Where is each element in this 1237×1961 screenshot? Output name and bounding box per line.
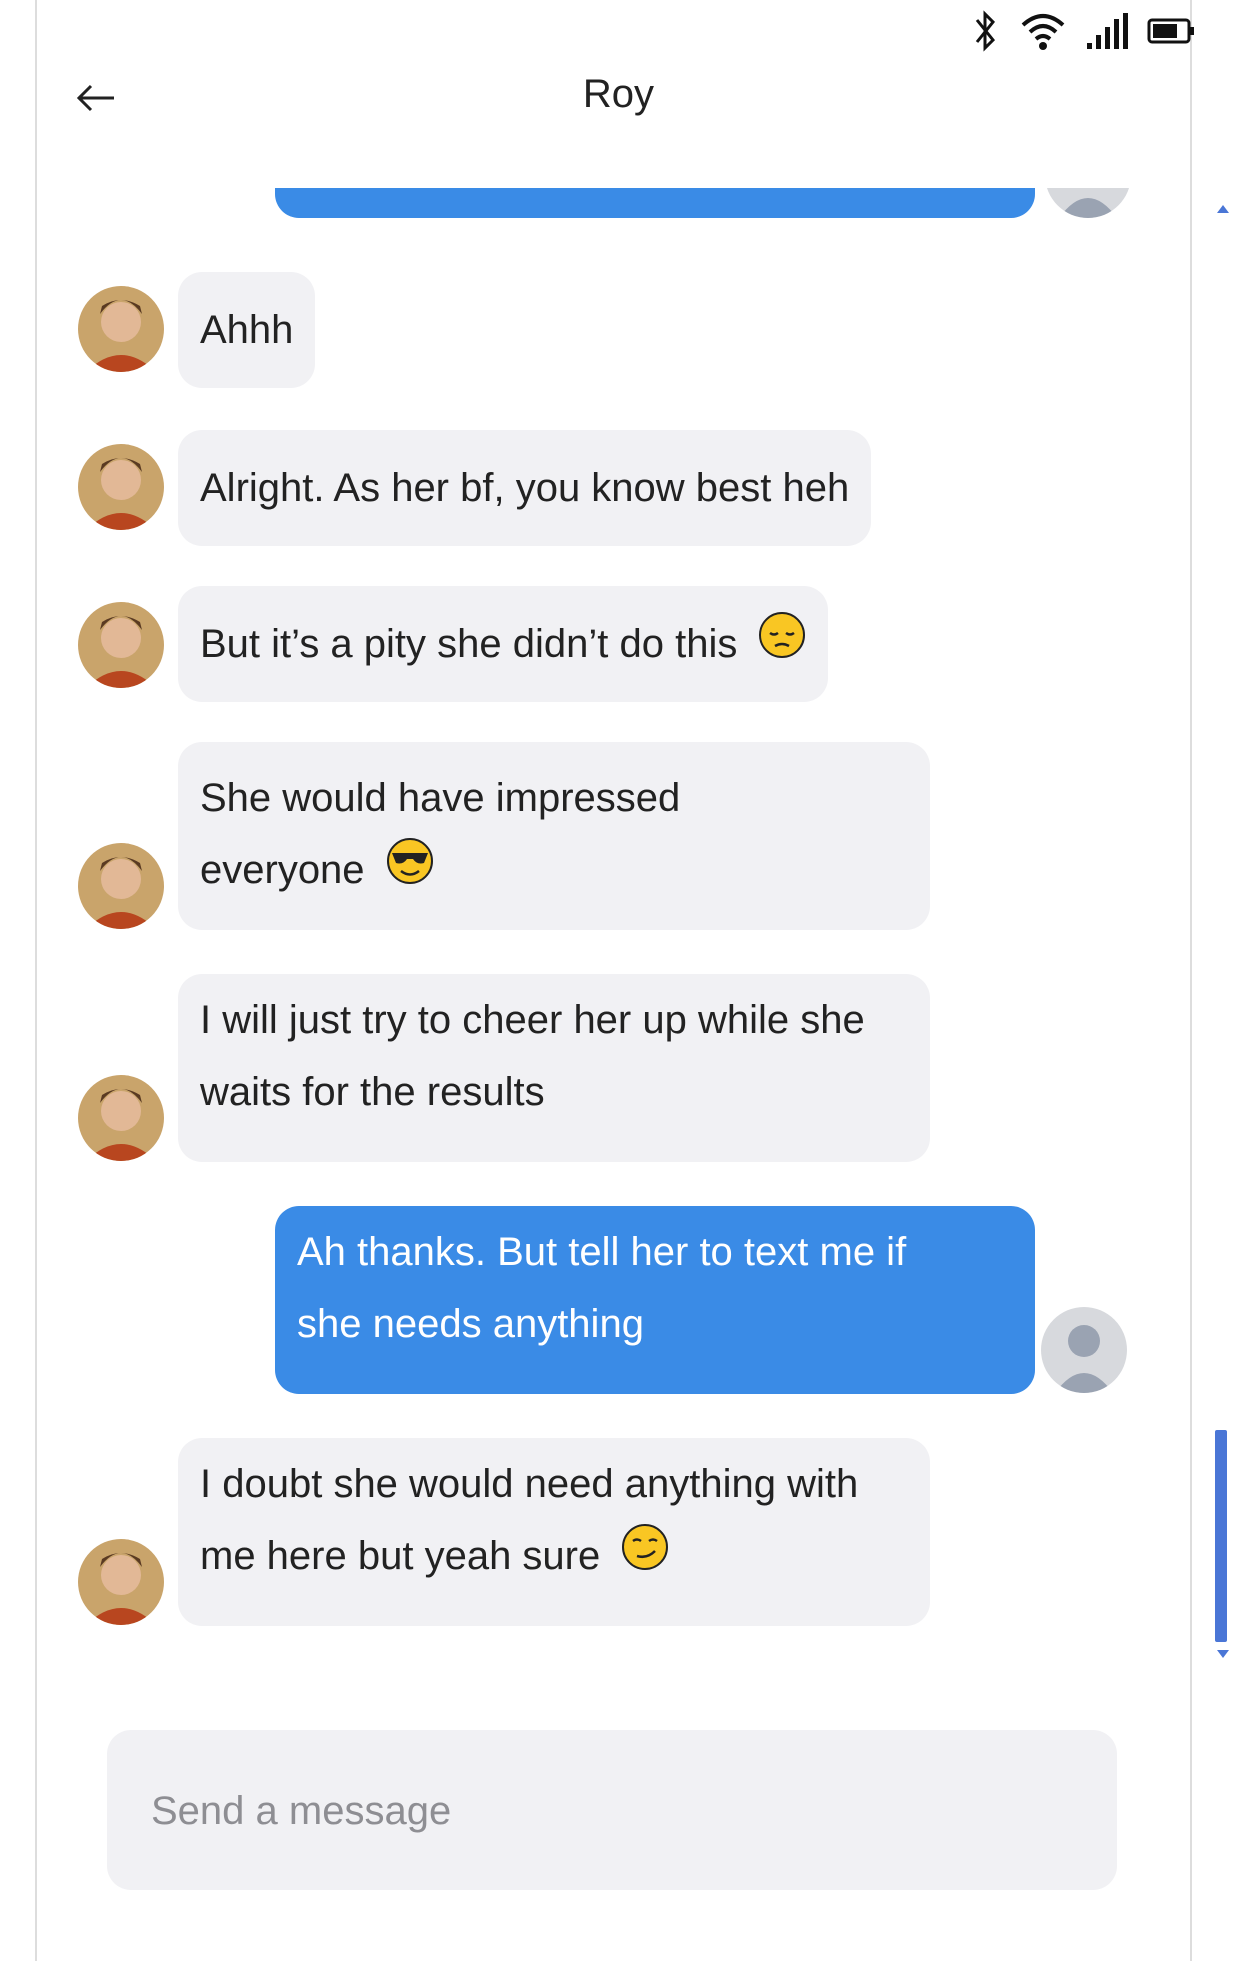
message-text: I doubt she would need anything with <box>200 1462 859 1506</box>
message-bubble-incoming: Alright. As her bf, you know best heh <box>178 430 872 546</box>
chat-screen: Roy Ahhh Alright. As her bf, you know be… <box>0 0 1237 1961</box>
message-text: everyone <box>200 848 365 892</box>
status-bar <box>969 6 1197 56</box>
self-avatar <box>1045 188 1131 218</box>
scroll-up-arrow-icon[interactable] <box>1217 205 1229 213</box>
message-composer <box>107 1730 1117 1892</box>
smirking-face-icon <box>621 1522 669 1594</box>
scroll-down-arrow-icon[interactable] <box>1217 1650 1229 1658</box>
message-bubble-incoming: I will just try to cheer her up while sh… <box>178 974 930 1162</box>
message-bubble-incoming: Ahhh <box>178 272 316 388</box>
message-text: Ah thanks. But tell her to text me if <box>297 1230 907 1274</box>
message-bubble-outgoing: Ah thanks. But tell her to text me if sh… <box>275 1206 1035 1394</box>
bluetooth-icon <box>969 10 1001 52</box>
message-text: she needs anything <box>297 1302 644 1346</box>
message-text: me here but yeah sure <box>200 1534 601 1578</box>
roy-avatar <box>78 444 164 530</box>
chat-header: Roy <box>0 60 1237 140</box>
self-avatar <box>1041 1307 1127 1393</box>
roy-avatar <box>78 286 164 372</box>
signal-icon <box>1085 11 1129 51</box>
roy-avatar <box>78 1539 164 1625</box>
roy-avatar <box>78 1075 164 1161</box>
message-text: But it’s a pity she didn’t do this <box>200 622 738 666</box>
message-text: She would have impressed <box>200 776 681 820</box>
message-text: Alright. As her bf, you know best heh <box>200 466 850 510</box>
message-text: waits for the results <box>200 1070 545 1114</box>
message-bubble-incoming: I doubt she would need anything with me … <box>178 1438 930 1626</box>
message-bubble-incoming: But it’s a pity she didn’t do this <box>178 586 829 702</box>
wifi-icon <box>1019 11 1067 51</box>
message-text: I will just try to cheer her up while sh… <box>200 998 865 1042</box>
message-bubble-outgoing <box>275 188 1035 218</box>
battery-icon <box>1147 16 1197 46</box>
roy-avatar <box>78 602 164 688</box>
pensive-face-icon <box>758 610 806 682</box>
page-title: Roy <box>582 72 655 116</box>
roy-avatar <box>78 843 164 929</box>
message-bubble-incoming: She would have impressed everyone <box>178 742 930 930</box>
message-list[interactable]: Ahhh Alright. As her bf, you know best h… <box>0 188 1237 1658</box>
sunglasses-face-icon <box>386 836 434 908</box>
message-text: Ahhh <box>200 308 294 352</box>
scrollbar-thumb[interactable] <box>1215 1430 1227 1642</box>
message-input[interactable] <box>149 1730 1073 1892</box>
